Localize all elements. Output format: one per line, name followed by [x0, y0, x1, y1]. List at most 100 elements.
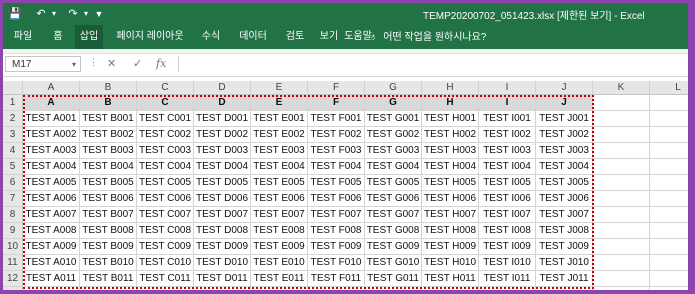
cell-k6[interactable]	[593, 175, 650, 191]
cell-i3[interactable]: TEST I002	[479, 127, 536, 143]
cell-d10[interactable]: TEST D009	[194, 239, 251, 255]
cell-j10[interactable]: TEST J009	[536, 239, 593, 255]
row-header-4[interactable]: 4	[3, 143, 23, 159]
cell-a6[interactable]: TEST A005	[23, 175, 80, 191]
cell-f8[interactable]: TEST F007	[308, 207, 365, 223]
cell-b5[interactable]: TEST B004	[80, 159, 137, 175]
cell-k8[interactable]	[593, 207, 650, 223]
cell-l11[interactable]	[650, 255, 688, 271]
cell-b12[interactable]: TEST B011	[80, 271, 137, 287]
cell-i4[interactable]: TEST I003	[479, 143, 536, 159]
cell-b1[interactable]: B	[80, 95, 137, 111]
cell-i9[interactable]: TEST I008	[479, 223, 536, 239]
cell-d2[interactable]: TEST D001	[194, 111, 251, 127]
cell-d12[interactable]: TEST D011	[194, 271, 251, 287]
tell-me-box[interactable]: ♁ 어떤 작업을 원하시나요?	[369, 25, 486, 49]
tab-1[interactable]: 홈	[47, 25, 69, 49]
column-header-a[interactable]: A	[23, 81, 80, 95]
cell-d8[interactable]: TEST D007	[194, 207, 251, 223]
cell-h6[interactable]: TEST H005	[422, 175, 479, 191]
cell-a8[interactable]: TEST A007	[23, 207, 80, 223]
cell-h11[interactable]: TEST H010	[422, 255, 479, 271]
cell-j3[interactable]: TEST J002	[536, 127, 593, 143]
tab-5[interactable]: 데이터	[233, 25, 273, 49]
select-all-corner[interactable]	[3, 81, 23, 95]
cell-d7[interactable]: TEST D006	[194, 191, 251, 207]
cell-k10[interactable]	[593, 239, 650, 255]
cell-a13[interactable]: TEST A012	[23, 287, 80, 290]
cell-c8[interactable]: TEST C007	[137, 207, 194, 223]
cell-g5[interactable]: TEST G004	[365, 159, 422, 175]
row-header-3[interactable]: 3	[3, 127, 23, 143]
row-header-10[interactable]: 10	[3, 239, 23, 255]
cell-b6[interactable]: TEST B005	[80, 175, 137, 191]
cell-b9[interactable]: TEST B008	[80, 223, 137, 239]
cell-f9[interactable]: TEST F008	[308, 223, 365, 239]
row-header-1[interactable]: 1	[3, 95, 23, 111]
column-header-i[interactable]: I	[479, 81, 536, 95]
cell-b7[interactable]: TEST B006	[80, 191, 137, 207]
cell-b2[interactable]: TEST B001	[80, 111, 137, 127]
cell-g11[interactable]: TEST G010	[365, 255, 422, 271]
cell-j7[interactable]: TEST J006	[536, 191, 593, 207]
cell-c1[interactable]: C	[137, 95, 194, 111]
cell-f3[interactable]: TEST F002	[308, 127, 365, 143]
cell-e4[interactable]: TEST E003	[251, 143, 308, 159]
cell-h8[interactable]: TEST H007	[422, 207, 479, 223]
cell-d11[interactable]: TEST D010	[194, 255, 251, 271]
cell-l8[interactable]	[650, 207, 688, 223]
cell-h9[interactable]: TEST H008	[422, 223, 479, 239]
cell-i2[interactable]: TEST I001	[479, 111, 536, 127]
row-header-13[interactable]: 13	[3, 287, 23, 290]
cell-j1[interactable]: J	[536, 95, 593, 111]
cell-i12[interactable]: TEST I011	[479, 271, 536, 287]
cell-h7[interactable]: TEST H006	[422, 191, 479, 207]
cell-j4[interactable]: TEST J003	[536, 143, 593, 159]
cell-h12[interactable]: TEST H011	[422, 271, 479, 287]
cell-l12[interactable]	[650, 271, 688, 287]
cell-c3[interactable]: TEST C002	[137, 127, 194, 143]
cell-e2[interactable]: TEST E001	[251, 111, 308, 127]
cell-c12[interactable]: TEST C011	[137, 271, 194, 287]
column-header-k[interactable]: K	[593, 81, 650, 95]
insert-function-icon[interactable]: fx	[156, 57, 166, 70]
cell-i11[interactable]: TEST I010	[479, 255, 536, 271]
tab-3[interactable]: 페이지 레이아웃	[111, 25, 189, 49]
cell-c6[interactable]: TEST C005	[137, 175, 194, 191]
cell-f13[interactable]: TEST F012	[308, 287, 365, 290]
cell-j5[interactable]: TEST J004	[536, 159, 593, 175]
cell-h3[interactable]: TEST H002	[422, 127, 479, 143]
cell-j9[interactable]: TEST J008	[536, 223, 593, 239]
cell-a4[interactable]: TEST A003	[23, 143, 80, 159]
cell-l3[interactable]	[650, 127, 688, 143]
cell-j13[interactable]: TEST J012	[536, 287, 593, 290]
cell-f12[interactable]: TEST F011	[308, 271, 365, 287]
cell-g12[interactable]: TEST G011	[365, 271, 422, 287]
cell-j12[interactable]: TEST J011	[536, 271, 593, 287]
cell-a1[interactable]: A	[23, 95, 80, 111]
cell-a3[interactable]: TEST A002	[23, 127, 80, 143]
name-box[interactable]: M17 ▾	[5, 56, 81, 72]
cell-k3[interactable]	[593, 127, 650, 143]
cell-l13[interactable]	[650, 287, 688, 290]
cell-i10[interactable]: TEST I009	[479, 239, 536, 255]
cell-h4[interactable]: TEST H003	[422, 143, 479, 159]
row-header-8[interactable]: 8	[3, 207, 23, 223]
cell-k12[interactable]	[593, 271, 650, 287]
column-header-g[interactable]: G	[365, 81, 422, 95]
cell-i13[interactable]: TEST I012	[479, 287, 536, 290]
cell-k7[interactable]	[593, 191, 650, 207]
cell-e13[interactable]: TEST E012	[251, 287, 308, 290]
cell-i5[interactable]: TEST I004	[479, 159, 536, 175]
cell-h2[interactable]: TEST H001	[422, 111, 479, 127]
cell-f7[interactable]: TEST F006	[308, 191, 365, 207]
tab-0[interactable]: 파일	[9, 25, 37, 49]
row-header-12[interactable]: 12	[3, 271, 23, 287]
cell-f11[interactable]: TEST F010	[308, 255, 365, 271]
cell-j8[interactable]: TEST J007	[536, 207, 593, 223]
enter-icon[interactable]: ✓	[133, 57, 142, 70]
cell-i1[interactable]: I	[479, 95, 536, 111]
cell-e5[interactable]: TEST E004	[251, 159, 308, 175]
cell-c13[interactable]: TEST C012	[137, 287, 194, 290]
tab-6[interactable]: 검토	[281, 25, 309, 49]
